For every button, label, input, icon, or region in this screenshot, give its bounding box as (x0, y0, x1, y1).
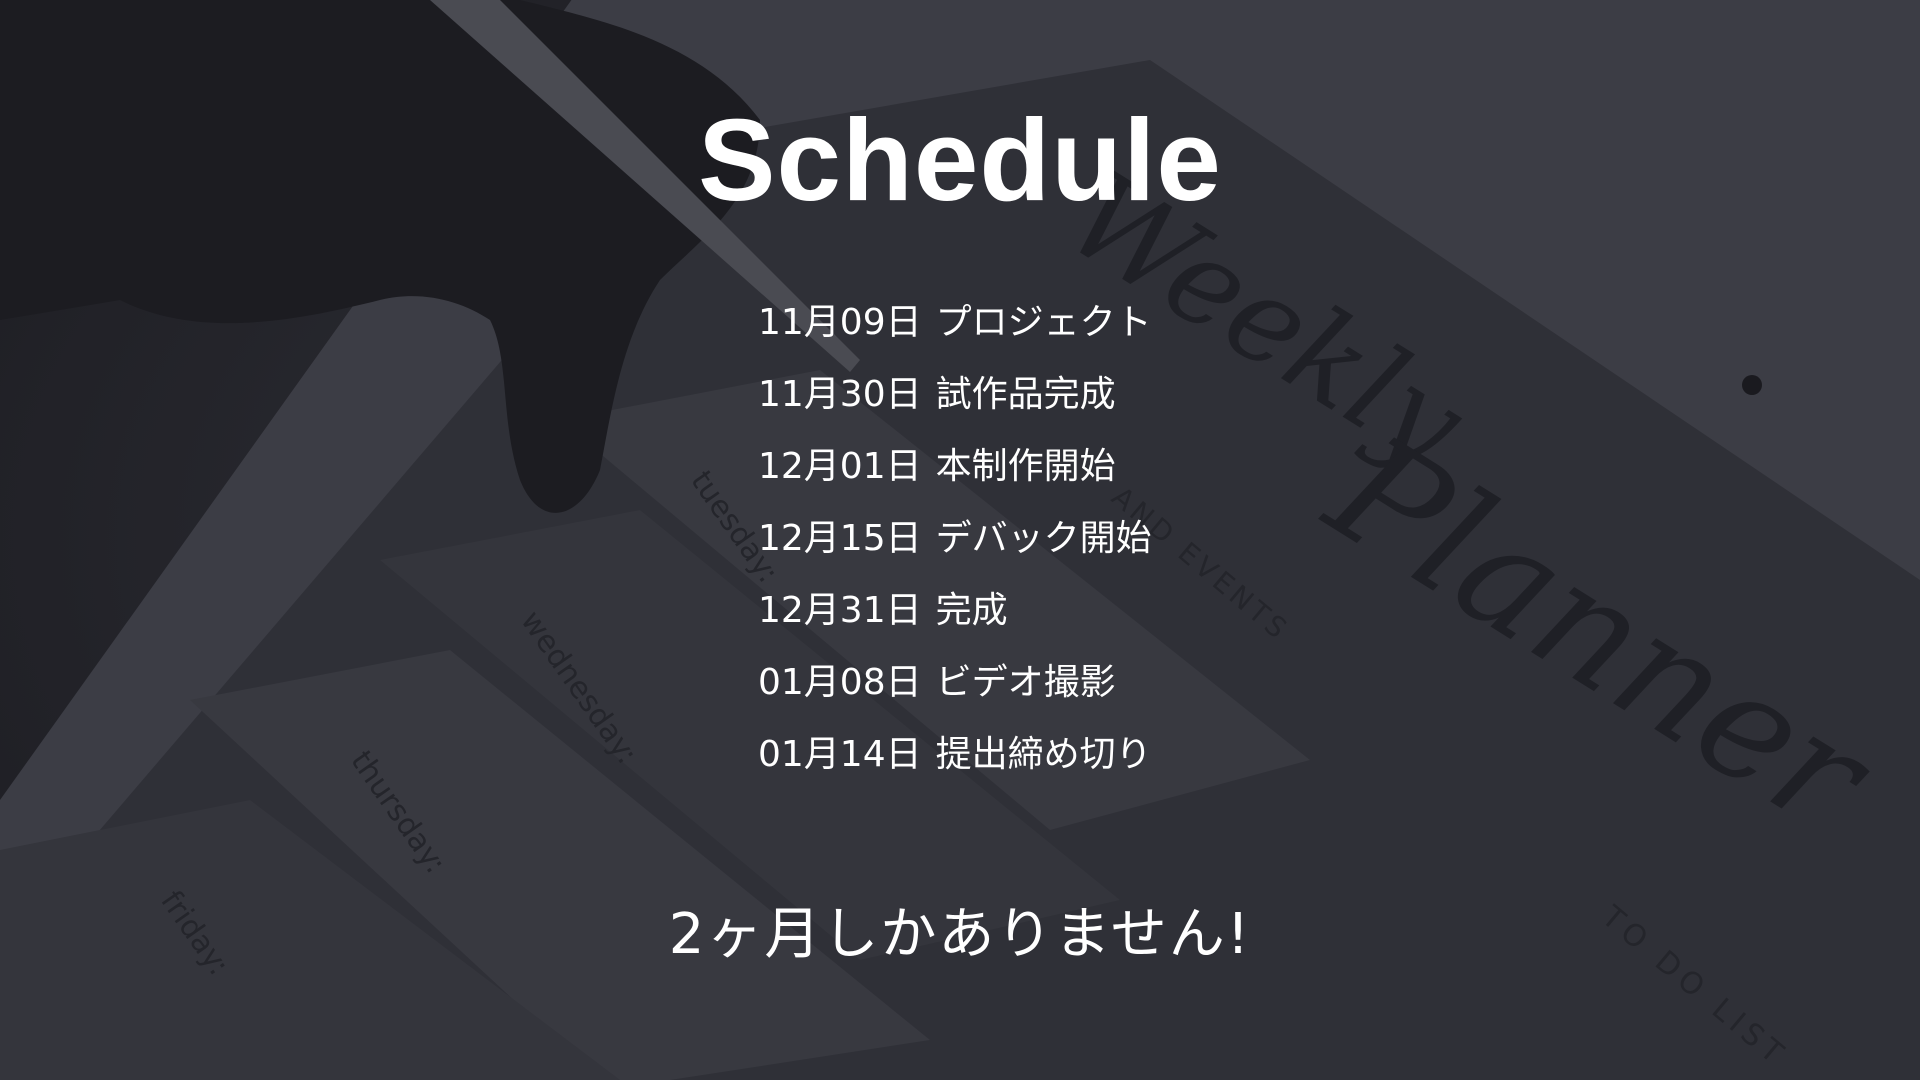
schedule-item: 12月31日 完成 (758, 584, 1152, 656)
schedule-date: 12月31日 (758, 590, 922, 631)
schedule-date: 01月14日 (758, 734, 922, 775)
schedule-list: 11月09日 プロジェクト 11月30日 試作品完成 12月01日 本制作開始 12月… (758, 296, 1152, 800)
closing-note: 2ヶ月しかありません! (668, 902, 1252, 967)
schedule-date: 11月30日 (758, 374, 922, 415)
slide-title: Schedule (698, 95, 1222, 225)
schedule-task: ビデオ撮影 (935, 662, 1116, 703)
schedule-task: プロジェクト (935, 302, 1152, 343)
schedule-task: 提出締め切り (935, 734, 1152, 775)
schedule-item: 11月09日 プロジェクト (758, 296, 1152, 368)
schedule-task: 試作品完成 (935, 374, 1116, 415)
schedule-task: デバック開始 (935, 518, 1152, 559)
schedule-task: 本制作開始 (935, 446, 1116, 487)
schedule-item: 01月14日 提出締め切り (758, 728, 1152, 800)
schedule-item: 11月30日 試作品完成 (758, 368, 1152, 440)
schedule-item: 12月01日 本制作開始 (758, 440, 1152, 512)
schedule-date: 12月01日 (758, 446, 922, 487)
schedule-date: 01月08日 (758, 662, 922, 703)
schedule-task: 完成 (935, 590, 1008, 631)
schedule-date: 12月15日 (758, 518, 922, 559)
schedule-item: 12月15日 デバック開始 (758, 512, 1152, 584)
schedule-item: 01月08日 ビデオ撮影 (758, 656, 1152, 728)
tablet-camera (1742, 375, 1762, 395)
schedule-date: 11月09日 (758, 302, 922, 343)
